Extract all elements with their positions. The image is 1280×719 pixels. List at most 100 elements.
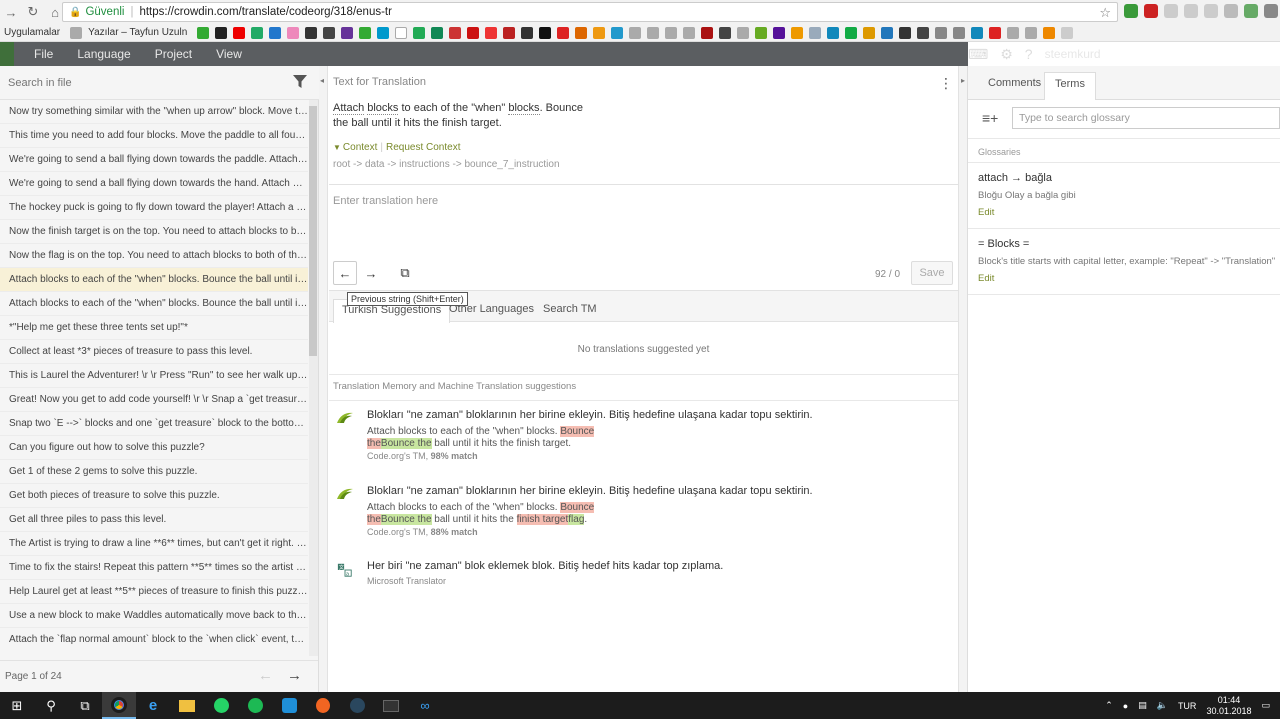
list-item[interactable]: Attach blocks to each of the "when" bloc…	[0, 268, 308, 292]
previous-string-button[interactable]: ←	[333, 261, 357, 285]
list-item[interactable]: The Artist is trying to draw a line **6*…	[0, 532, 308, 556]
source-term[interactable]: Attach	[333, 102, 365, 115]
grid-icon[interactable]	[0, 42, 14, 66]
tab-search-tm[interactable]: Search TM	[535, 299, 605, 323]
request-context-link[interactable]: Request Context	[386, 142, 461, 153]
bookmark-icon[interactable]	[395, 26, 408, 39]
bookmark-icon[interactable]	[1025, 26, 1038, 39]
menu-project[interactable]: Project	[155, 47, 192, 61]
tm-suggestion[interactable]: Blokları "ne zaman" bloklarının her biri…	[329, 409, 958, 465]
bookmark-icon[interactable]	[287, 26, 300, 39]
tab-terms[interactable]: Terms	[1044, 72, 1096, 100]
bookmark-icon[interactable]	[449, 26, 462, 39]
app-icon[interactable]: ∞	[408, 692, 442, 719]
bookmark-icon[interactable]	[377, 26, 390, 39]
input-language[interactable]: TUR	[1178, 701, 1197, 711]
forward-icon[interactable]: →	[0, 1, 22, 23]
list-item[interactable]: Collect at least *3* pieces of treasure …	[0, 340, 308, 364]
bookmark-icon[interactable]	[305, 26, 318, 39]
list-item[interactable]: Get both pieces of treasure to solve thi…	[0, 484, 308, 508]
list-item[interactable]: Get all three piles to pass this level.	[0, 508, 308, 532]
bookmark-icon[interactable]	[629, 26, 642, 39]
edit-term-link[interactable]: Edit	[978, 273, 994, 284]
bookmark-icon[interactable]	[467, 26, 480, 39]
twitch-icon[interactable]	[341, 26, 354, 39]
steam-icon[interactable]	[340, 692, 374, 719]
github-icon[interactable]	[215, 26, 228, 39]
apps-bookmark[interactable]: Uygulamalar	[4, 27, 60, 38]
extension-icon[interactable]	[1164, 4, 1178, 18]
list-item[interactable]: Now the flag is on the top. You need to …	[0, 244, 308, 268]
list-item[interactable]: This time you need to add four blocks. M…	[0, 124, 308, 148]
bookmark-icon[interactable]	[791, 26, 804, 39]
chrome-icon[interactable]	[102, 692, 136, 719]
list-item[interactable]: This is Laurel the Adventurer! \r \r Pre…	[0, 364, 308, 388]
bookmark-icon[interactable]	[971, 26, 984, 39]
extension-icon[interactable]	[1244, 4, 1258, 18]
next-page-icon[interactable]: →	[287, 667, 302, 684]
list-item[interactable]: Snap two `E -->` blocks and one `get tre…	[0, 412, 308, 436]
tm-suggestion[interactable]: Blokları "ne zaman" bloklarının her biri…	[329, 485, 958, 541]
list-item[interactable]: Now try something similar with the "when…	[0, 100, 308, 124]
windows-start-icon[interactable]: ⊞	[0, 692, 34, 719]
extension-icon[interactable]	[1144, 4, 1158, 18]
tray-icon[interactable]: ●	[1123, 701, 1128, 711]
bookmark-yazilar[interactable]: Yazılar – Tayfun Uzuln	[88, 27, 187, 38]
context-link[interactable]: Context	[343, 142, 377, 153]
bookmark-icon[interactable]	[935, 26, 948, 39]
collapse-left-toggle[interactable]: ◂	[319, 66, 328, 692]
bookmark-icon[interactable]	[269, 26, 282, 39]
bookmark-icon[interactable]	[809, 26, 822, 39]
list-item[interactable]: Attach blocks to each of the "when" bloc…	[0, 292, 308, 316]
list-item[interactable]: Can you figure out how to solve this puz…	[0, 436, 308, 460]
gear-icon[interactable]: ⚙	[1000, 46, 1013, 63]
menu-icon[interactable]	[1264, 4, 1278, 18]
bookmark-icon[interactable]	[593, 26, 606, 39]
list-item[interactable]: Use a new block to make Waddles automati…	[0, 604, 308, 628]
bookmark-icon[interactable]	[413, 26, 426, 39]
menu-file[interactable]: File	[34, 47, 53, 61]
edit-term-link[interactable]: Edit	[978, 207, 994, 218]
tab-comments[interactable]: Comments	[978, 72, 1051, 100]
list-item[interactable]: Help Laurel get at least **5** pieces of…	[0, 580, 308, 604]
bookmark-icon[interactable]	[845, 26, 858, 39]
list-item[interactable]: Get 1 of these 2 gems to solve this puzz…	[0, 460, 308, 484]
collapse-right-toggle[interactable]: ▸	[958, 66, 968, 692]
filter-icon[interactable]	[293, 75, 307, 89]
search-file-input[interactable]	[0, 76, 270, 89]
bookmark-icon[interactable]	[557, 26, 570, 39]
bookmark-icon[interactable]	[611, 26, 624, 39]
bookmark-icon[interactable]	[539, 26, 552, 39]
bookmark-star-icon[interactable]: ☆	[1099, 5, 1111, 21]
edge-icon[interactable]: e	[136, 692, 170, 719]
yahoo-icon[interactable]	[773, 26, 786, 39]
more-options-icon[interactable]: ⋮	[939, 76, 953, 90]
bookmark-icon[interactable]	[1007, 26, 1020, 39]
bookmark-icon[interactable]	[683, 26, 696, 39]
bookmark-icon[interactable]	[899, 26, 912, 39]
bookmark-icon[interactable]	[953, 26, 966, 39]
bookmark-icon[interactable]	[719, 26, 732, 39]
mt-suggestion[interactable]: 文 a Her biri "ne zaman" blok eklemek blo…	[329, 560, 958, 590]
user-name[interactable]: steemkurd	[1045, 47, 1101, 61]
spotify-icon[interactable]	[238, 692, 272, 719]
extension-icon[interactable]	[1184, 4, 1198, 18]
menu-language[interactable]: Language	[77, 47, 130, 61]
bookmark-icon[interactable]	[1061, 26, 1074, 39]
list-item[interactable]: Attach the `flap normal amount` block to…	[0, 628, 308, 648]
address-bar[interactable]: 🔒 Güvenli | https://crowdin.com/translat…	[62, 2, 1118, 22]
whatsapp-icon[interactable]	[204, 692, 238, 719]
bookmark-icon[interactable]	[359, 26, 372, 39]
bookmark-icon[interactable]	[647, 26, 660, 39]
list-item[interactable]: We're going to send a ball flying down t…	[0, 148, 308, 172]
keyboard-icon[interactable]: ⌨	[968, 46, 988, 63]
save-button[interactable]: Save	[911, 261, 953, 285]
task-view-icon[interactable]: ⧉	[68, 692, 102, 719]
extension-icon[interactable]	[1124, 4, 1138, 18]
help-icon[interactable]: ?	[1025, 46, 1033, 62]
bookmark-icon[interactable]	[827, 26, 840, 39]
bookmark-icon[interactable]	[197, 26, 210, 39]
network-icon[interactable]: ▤	[1138, 700, 1147, 711]
bookmark-icon[interactable]	[701, 26, 714, 39]
extension-icon[interactable]	[1224, 4, 1238, 18]
